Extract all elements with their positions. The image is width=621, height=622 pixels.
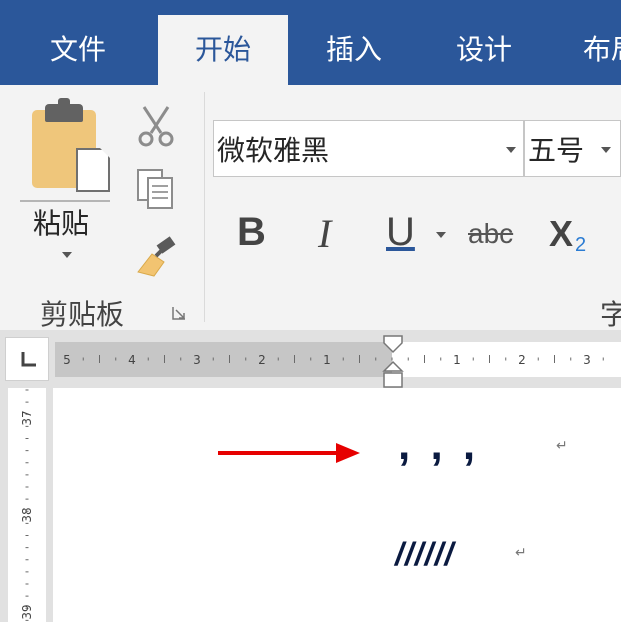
- ruler-number: 37: [20, 410, 34, 425]
- ruler-number: 2: [258, 353, 266, 367]
- underline-dropdown-icon[interactable]: [436, 232, 446, 238]
- ruler-number: 39: [20, 604, 34, 619]
- cut-scissors-icon[interactable]: [134, 103, 178, 149]
- ruler-number: 3: [193, 353, 201, 367]
- red-arrow-icon: [218, 443, 360, 463]
- document-page[interactable]: [53, 388, 621, 622]
- ruler-number: 5: [63, 353, 71, 367]
- ruler-number: 4: [128, 353, 136, 367]
- bold-button[interactable]: B: [237, 210, 266, 255]
- font-size-dropdown-icon[interactable]: [601, 147, 611, 153]
- ruler-number: 1: [323, 353, 331, 367]
- dialog-launcher-icon[interactable]: [172, 306, 186, 320]
- comma-marks-line: , , ,: [398, 420, 480, 469]
- tab-insert[interactable]: 插入: [306, 0, 402, 85]
- paragraph-mark-1: ↵: [556, 438, 568, 454]
- group-divider: [204, 92, 205, 322]
- font-size-value: 五号: [528, 134, 585, 167]
- ruler-number: 38: [20, 507, 34, 522]
- italic-button[interactable]: I: [318, 210, 331, 257]
- ruler-number: 3: [583, 353, 591, 367]
- tab-selector-button[interactable]: [5, 337, 49, 381]
- ruler-number: 2: [518, 353, 526, 367]
- ruler-ticks: 5 4 3 2 1 1 2 3: [63, 353, 604, 367]
- tab-layout[interactable]: 布局: [583, 0, 621, 85]
- ruler-number: 1: [453, 353, 461, 367]
- strikethrough-button[interactable]: abc: [468, 218, 513, 250]
- clipboard-group-label: 剪贴板: [40, 298, 125, 331]
- subscript-base: X: [549, 213, 574, 254]
- font-name-combo[interactable]: 微软雅黑: [213, 120, 524, 177]
- slash-marks-line: //////: [395, 536, 455, 572]
- underline-button[interactable]: U: [386, 210, 415, 255]
- subscript-index: 2: [575, 234, 587, 256]
- font-size-combo[interactable]: 五号: [524, 120, 621, 177]
- tab-home[interactable]: 开始: [158, 15, 288, 85]
- clipboard-clip-icon: [45, 98, 83, 122]
- tab-file[interactable]: 文件: [30, 0, 126, 85]
- font-group-label: 字: [600, 298, 621, 331]
- paste-page-icon: [76, 148, 110, 192]
- indent-markers-icon[interactable]: [381, 335, 405, 389]
- paragraph-mark-2: ↵: [515, 545, 527, 561]
- vertical-ruler-ticks: 37 38 39: [20, 389, 34, 621]
- font-name-value: 微软雅黑: [217, 134, 330, 167]
- font-name-dropdown-icon[interactable]: [506, 147, 516, 153]
- left-tab-stop-icon: [21, 352, 36, 367]
- paste-dropdown-icon[interactable]: [62, 252, 72, 258]
- copy-icon[interactable]: [136, 168, 176, 212]
- format-painter-icon[interactable]: [132, 234, 180, 278]
- paste-label: 粘贴: [33, 207, 90, 240]
- tab-design[interactable]: 设计: [436, 0, 532, 85]
